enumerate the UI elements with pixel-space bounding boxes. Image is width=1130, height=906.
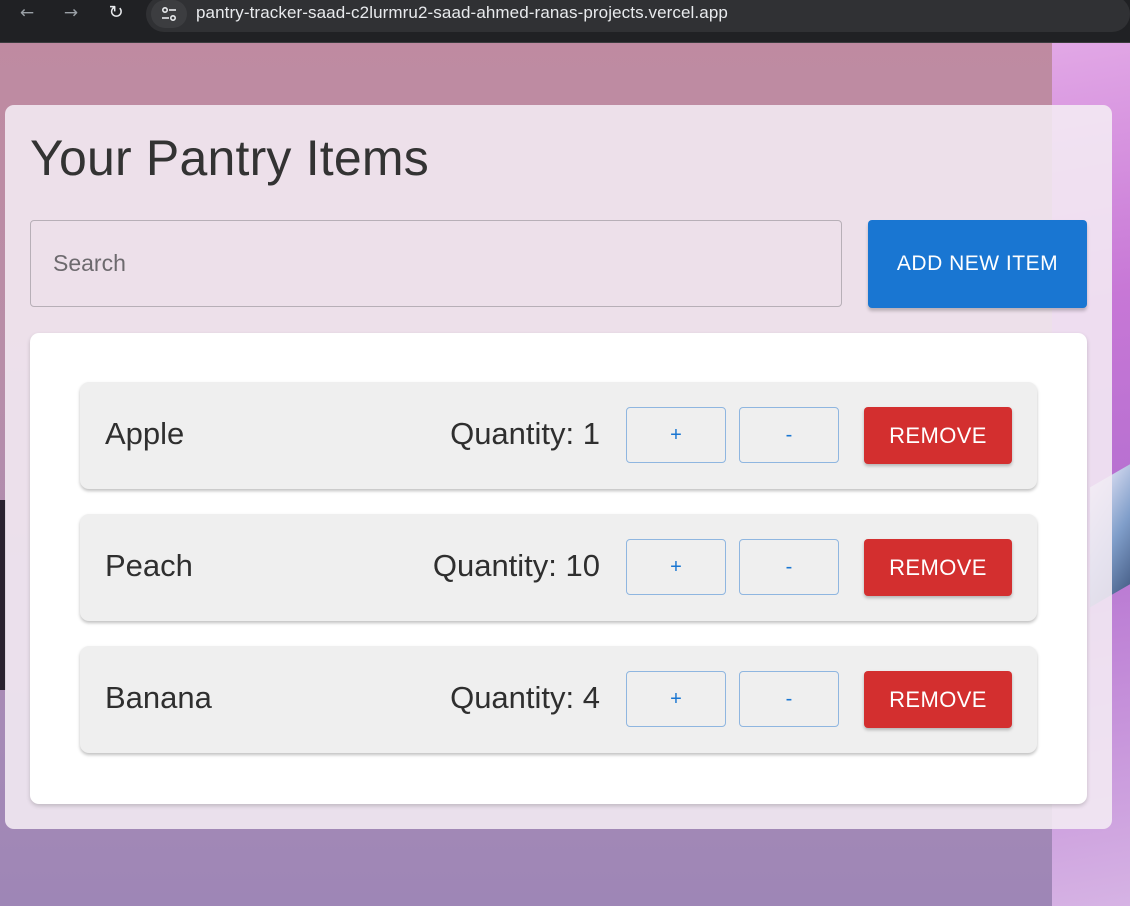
pantry-list: Apple Quantity: 1 + - REMOVE Peach Quant… (30, 333, 1087, 804)
decrement-button[interactable]: - (739, 671, 839, 727)
site-info-icon[interactable] (151, 0, 187, 28)
item-name: Apple (105, 416, 185, 451)
search-input[interactable] (30, 220, 842, 307)
increment-button[interactable]: + (626, 539, 726, 595)
item-quantity: Quantity: 4 (450, 680, 600, 715)
add-new-item-button[interactable]: ADD NEW ITEM (868, 220, 1087, 308)
increment-button[interactable]: + (626, 671, 726, 727)
browser-toolbar: ← → ↻ pantry-tracker-saad-c2lurmru2-saad… (0, 0, 1130, 43)
reload-icon[interactable]: ↻ (100, 0, 132, 28)
page-title: Your Pantry Items (30, 130, 429, 186)
forward-icon[interactable]: → (55, 0, 87, 28)
increment-button[interactable]: + (626, 407, 726, 463)
item-name: Peach (105, 548, 193, 583)
list-item: Peach Quantity: 10 + - REMOVE (80, 514, 1037, 621)
url-text[interactable]: pantry-tracker-saad-c2lurmru2-saad-ahmed… (196, 3, 728, 23)
decrement-button[interactable]: - (739, 539, 839, 595)
back-icon[interactable]: ← (11, 0, 43, 28)
item-name: Banana (105, 680, 212, 715)
decrement-button[interactable]: - (739, 407, 839, 463)
list-item: Banana Quantity: 4 + - REMOVE (80, 646, 1037, 753)
remove-button[interactable]: REMOVE (864, 539, 1012, 596)
item-quantity: Quantity: 10 (432, 548, 600, 583)
list-item: Apple Quantity: 1 + - REMOVE (80, 382, 1037, 489)
item-quantity: Quantity: 1 (450, 416, 600, 451)
pantry-panel: Your Pantry Items ADD NEW ITEM Apple Qua… (5, 105, 1112, 829)
remove-button[interactable]: REMOVE (864, 407, 1012, 464)
remove-button[interactable]: REMOVE (864, 671, 1012, 728)
